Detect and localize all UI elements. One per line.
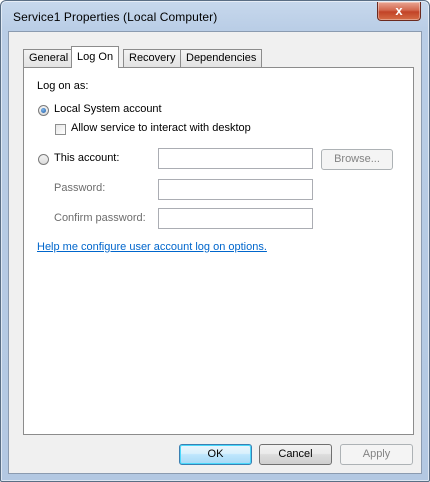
browse-label: Browse... — [334, 153, 380, 165]
properties-window: Service1 Properties (Local Computer) x G… — [0, 0, 430, 482]
tab-label: Recovery — [129, 52, 176, 64]
tab-label: General — [29, 52, 69, 64]
title-bar[interactable]: Service1 Properties (Local Computer) x — [1, 1, 429, 31]
local-system-label[interactable]: Local System account — [54, 103, 162, 115]
cancel-label: Cancel — [278, 448, 313, 460]
close-icon: x — [395, 3, 403, 18]
tab-recovery[interactable]: Recovery — [123, 49, 182, 67]
tab-log-on[interactable]: Log On — [71, 46, 120, 68]
cancel-button[interactable]: Cancel — [259, 444, 332, 465]
interact-desktop-checkbox[interactable] — [55, 124, 66, 135]
this-account-radio[interactable] — [38, 154, 49, 165]
tab-label: Log On — [77, 51, 114, 63]
help-link[interactable]: Help me configure user account log on op… — [37, 241, 267, 253]
confirm-password-input[interactable] — [158, 208, 313, 229]
account-name-input[interactable] — [158, 148, 313, 169]
tab-dependencies[interactable]: Dependencies — [180, 49, 263, 67]
window-title: Service1 Properties (Local Computer) — [13, 10, 218, 24]
confirm-password-label: Confirm password: — [54, 212, 146, 224]
apply-button[interactable]: Apply — [340, 444, 413, 465]
log-on-panel: Log on as: Local System account Allow se… — [23, 67, 414, 435]
log-on-as-label: Log on as: — [37, 80, 89, 92]
this-account-label[interactable]: This account: — [54, 152, 119, 164]
apply-label: Apply — [362, 448, 391, 460]
password-label: Password: — [54, 182, 106, 194]
close-button[interactable]: x — [377, 2, 421, 21]
browse-button[interactable]: Browse... — [321, 149, 393, 170]
ok-button[interactable]: OK — [179, 444, 252, 465]
interact-desktop-label[interactable]: Allow service to interact with desktop — [71, 122, 251, 134]
dialog-client-area: General Log On Recovery Dependencies Log… — [8, 31, 422, 474]
tab-label: Dependencies — [186, 52, 257, 64]
ok-label: OK — [207, 448, 224, 460]
tab-general[interactable]: General — [23, 49, 75, 67]
password-input[interactable] — [158, 179, 313, 200]
local-system-radio[interactable] — [38, 105, 49, 116]
